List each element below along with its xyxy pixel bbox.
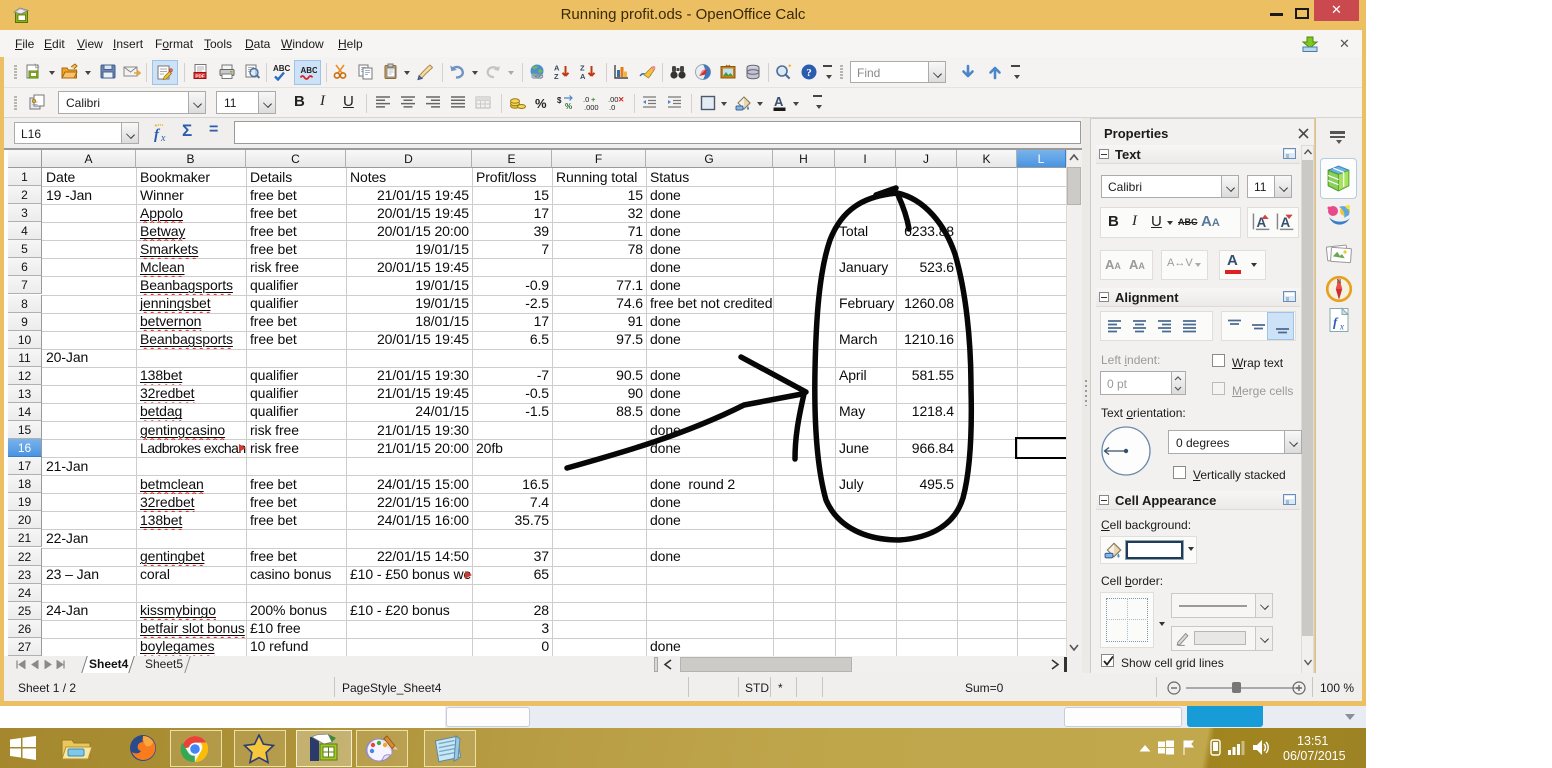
svg-text:ABC: ABC <box>301 66 318 75</box>
svg-text:x: x <box>160 133 166 143</box>
svg-text:.0: .0 <box>609 103 615 112</box>
svg-text:x: x <box>1339 322 1344 332</box>
svg-text:A: A <box>774 94 784 109</box>
svg-text:A: A <box>580 72 586 81</box>
svg-text:$: $ <box>557 96 562 105</box>
svg-text:ABC: ABC <box>273 64 290 73</box>
svg-text:%: % <box>565 102 572 111</box>
svg-text:PDF: PDF <box>195 73 204 78</box>
svg-text:?: ? <box>806 67 812 79</box>
svg-text:✕: ✕ <box>618 95 624 104</box>
svg-text:N: N <box>1337 279 1342 286</box>
svg-text:f: f <box>154 127 161 143</box>
svg-text:.000: .000 <box>584 103 599 112</box>
svg-text:Z: Z <box>554 72 559 81</box>
svg-text:%: % <box>535 96 547 111</box>
